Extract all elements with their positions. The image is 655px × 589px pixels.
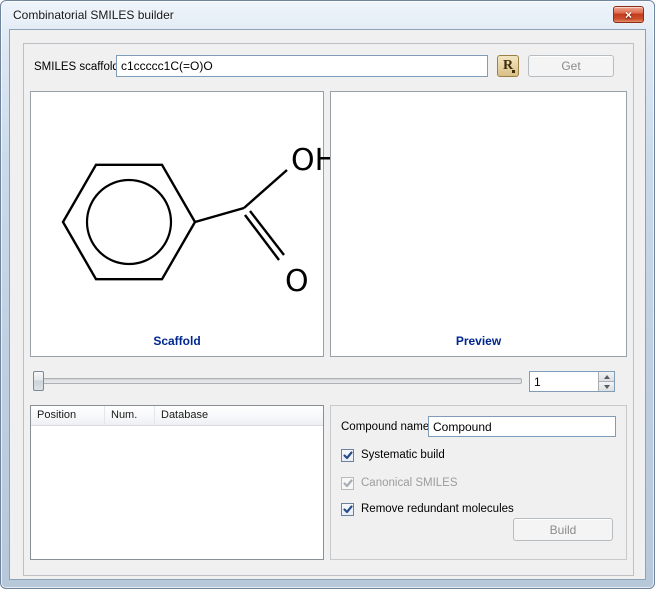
slider-track[interactable] bbox=[34, 378, 522, 384]
spin-down-button[interactable] bbox=[599, 382, 614, 391]
checkbox-remove-redundant[interactable]: Remove redundant molecules bbox=[341, 501, 514, 517]
systematic-build-checkbox[interactable] bbox=[341, 449, 354, 462]
spinner-buttons bbox=[598, 372, 614, 391]
remove-redundant-label: Remove redundant molecules bbox=[361, 503, 514, 515]
compound-name-label: Compound name: bbox=[341, 421, 432, 433]
rgroup-subscript-icon bbox=[512, 70, 515, 73]
column-header-position[interactable]: Position bbox=[31, 406, 105, 425]
check-icon bbox=[342, 503, 354, 515]
close-button[interactable]: × bbox=[613, 6, 644, 23]
slider-thumb[interactable] bbox=[33, 371, 44, 391]
preview-panel-label: Preview bbox=[331, 334, 626, 348]
oxygen-label: O bbox=[285, 264, 309, 299]
position-table-header: Position Num. Database bbox=[31, 406, 323, 426]
client-area: SMILES scaffold: R Get bbox=[9, 29, 646, 580]
rgroup-button[interactable]: R bbox=[497, 55, 519, 77]
count-input[interactable] bbox=[530, 372, 598, 391]
column-header-database[interactable]: Database bbox=[155, 406, 323, 425]
checkbox-systematic-build[interactable]: Systematic build bbox=[341, 447, 445, 463]
down-arrow-icon bbox=[604, 385, 610, 389]
smiles-scaffold-input[interactable] bbox=[116, 55, 488, 77]
column-header-num[interactable]: Num. bbox=[105, 406, 155, 425]
preview-panel: Preview bbox=[330, 91, 627, 357]
title-bar[interactable]: Combinatorial SMILES builder bbox=[1, 1, 654, 29]
canonical-smiles-label: Canonical SMILES bbox=[361, 477, 458, 489]
smiles-scaffold-label: SMILES scaffold: bbox=[34, 61, 122, 73]
count-spinbox bbox=[529, 371, 615, 392]
app-window: Combinatorial SMILES builder × SMILES sc… bbox=[0, 0, 655, 589]
get-button[interactable]: Get bbox=[528, 55, 614, 77]
canonical-smiles-checkbox[interactable] bbox=[341, 477, 354, 490]
build-button[interactable]: Build bbox=[513, 518, 613, 541]
check-icon bbox=[342, 477, 354, 489]
benzoic-acid-structure: OH O bbox=[45, 110, 339, 330]
window-title: Combinatorial SMILES builder bbox=[13, 8, 174, 22]
main-frame: SMILES scaffold: R Get bbox=[23, 43, 634, 576]
close-icon: × bbox=[625, 9, 632, 21]
checkbox-canonical-smiles[interactable]: Canonical SMILES bbox=[341, 475, 458, 491]
bond-lines bbox=[63, 165, 287, 279]
remove-redundant-checkbox[interactable] bbox=[341, 503, 354, 516]
compound-name-input[interactable] bbox=[428, 416, 616, 437]
position-table: Position Num. Database bbox=[30, 405, 324, 560]
scaffold-panel-label: Scaffold bbox=[31, 334, 323, 348]
check-icon bbox=[342, 449, 354, 461]
spin-up-button[interactable] bbox=[599, 372, 614, 382]
systematic-build-label: Systematic build bbox=[361, 449, 445, 461]
position-table-body[interactable] bbox=[31, 426, 323, 559]
scaffold-panel: OH O Scaffold bbox=[30, 91, 324, 357]
options-panel: Compound name: Systematic build Canonica… bbox=[330, 405, 627, 560]
up-arrow-icon bbox=[604, 375, 610, 379]
